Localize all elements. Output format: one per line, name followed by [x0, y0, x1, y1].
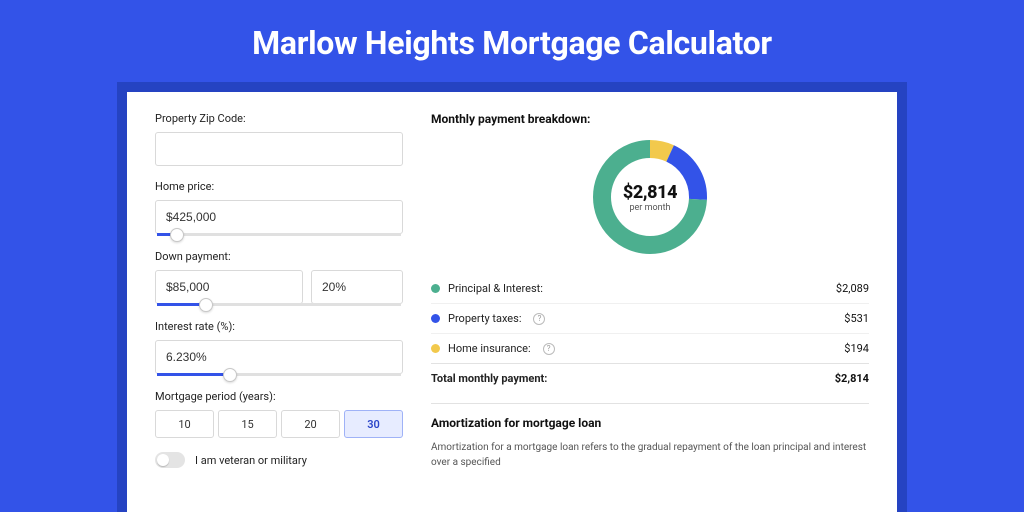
down-payment-input[interactable]: [155, 270, 303, 304]
veteran-toggle[interactable]: [155, 452, 185, 468]
down-payment-label: Down payment:: [155, 250, 403, 263]
donut-amount: $2,814: [623, 182, 677, 203]
period-btn-10[interactable]: 10: [155, 410, 214, 438]
period-btn-15[interactable]: 15: [218, 410, 277, 438]
form-column: Property Zip Code: Home price: Down paym…: [155, 112, 403, 512]
breakdown-title: Monthly payment breakdown:: [431, 112, 869, 126]
donut-chart: $2,814 per month: [587, 134, 713, 260]
slider-thumb[interactable]: [199, 298, 213, 312]
zip-label: Property Zip Code:: [155, 112, 403, 125]
card-shadow: Property Zip Code: Home price: Down paym…: [117, 82, 907, 512]
legend-dot-icon: [431, 344, 440, 353]
period-options: 10152030: [155, 410, 403, 438]
slider-fill: [157, 373, 230, 376]
field-zip: Property Zip Code:: [155, 112, 403, 166]
veteran-label: I am veteran or military: [195, 454, 307, 467]
donut-sublabel: per month: [629, 203, 670, 213]
home-price-slider[interactable]: [157, 233, 401, 236]
field-interest: Interest rate (%):: [155, 320, 403, 376]
period-btn-30[interactable]: 30: [344, 410, 403, 438]
field-down-payment: Down payment:: [155, 250, 403, 306]
slider-thumb[interactable]: [170, 228, 184, 242]
legend-dot-icon: [431, 284, 440, 293]
legend-value: $531: [844, 312, 869, 325]
period-btn-20[interactable]: 20: [281, 410, 340, 438]
amortization-text: Amortization for a mortgage loan refers …: [431, 440, 869, 470]
total-label: Total monthly payment:: [431, 372, 547, 385]
legend-label: Home insurance:: [448, 342, 531, 355]
period-label: Mortgage period (years):: [155, 390, 403, 403]
total-value: $2,814: [835, 372, 869, 385]
help-icon[interactable]: ?: [533, 313, 545, 325]
home-price-label: Home price:: [155, 180, 403, 193]
zip-input[interactable]: [155, 132, 403, 166]
legend-label: Principal & Interest:: [448, 282, 543, 295]
interest-input[interactable]: [155, 340, 403, 374]
field-home-price: Home price:: [155, 180, 403, 236]
amortization-section: Amortization for mortgage loan Amortizat…: [431, 403, 869, 470]
help-icon[interactable]: ?: [543, 343, 555, 355]
home-price-input[interactable]: [155, 200, 403, 234]
down-payment-pct-input[interactable]: [311, 270, 403, 304]
interest-label: Interest rate (%):: [155, 320, 403, 333]
legend-value: $194: [844, 342, 869, 355]
legend-list: Principal & Interest: $2,089 Property taxe…: [431, 274, 869, 363]
interest-slider[interactable]: [157, 373, 401, 376]
legend-row: Principal & Interest: $2,089: [431, 274, 869, 303]
slider-thumb[interactable]: [223, 368, 237, 382]
calculator-card: Property Zip Code: Home price: Down paym…: [127, 92, 897, 512]
field-period: Mortgage period (years): 10152030: [155, 390, 403, 438]
legend-row: Property taxes:? $531: [431, 303, 869, 333]
amortization-title: Amortization for mortgage loan: [431, 416, 869, 430]
legend-label: Property taxes:: [448, 312, 521, 325]
legend-dot-icon: [431, 314, 440, 323]
breakdown-column: Monthly payment breakdown: $2,814 per mo…: [431, 112, 869, 512]
down-payment-slider[interactable]: [157, 303, 401, 306]
veteran-row: I am veteran or military: [155, 452, 403, 468]
legend-value: $2,089: [836, 282, 869, 295]
donut-wrap: $2,814 per month: [431, 134, 869, 260]
page-title: Marlow Heights Mortgage Calculator: [0, 0, 1024, 82]
total-row: Total monthly payment: $2,814: [431, 363, 869, 393]
legend-row: Home insurance:? $194: [431, 333, 869, 363]
